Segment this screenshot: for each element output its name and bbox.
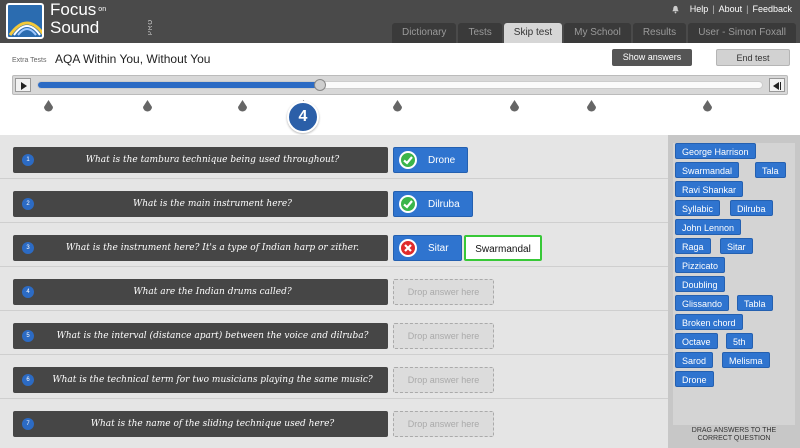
answer-drop-zone[interactable]: Drop answer here bbox=[393, 411, 494, 437]
question-marker-6[interactable] bbox=[509, 100, 520, 113]
link-separator: | bbox=[712, 4, 715, 14]
cross-icon bbox=[399, 239, 417, 257]
drag-instructions: DRAG ANSWERS TO THE CORRECT QUESTION bbox=[691, 427, 777, 442]
question-number: 1 bbox=[22, 154, 34, 166]
question-text: What is the interval (distance apart) be… bbox=[56, 331, 369, 341]
bell-icon[interactable] bbox=[671, 5, 680, 14]
play-icon[interactable] bbox=[15, 78, 31, 92]
pro-label: PRO bbox=[148, 19, 154, 36]
question-text: What is the name of the sliding techniqu… bbox=[90, 419, 335, 429]
correct-answer-reveal: Swarmandal bbox=[464, 235, 542, 261]
question-box: 4 What are the Indian drums called? bbox=[13, 279, 388, 305]
question-row: 3 What is the instrument here? It's a ty… bbox=[0, 223, 668, 267]
answer-chip[interactable]: Tabla bbox=[737, 295, 773, 311]
questions-panel: 1 What is the tambura technique being us… bbox=[0, 135, 668, 448]
answer-chip[interactable]: Octave bbox=[675, 333, 718, 349]
question-row: 5 What is the interval (distance apart) … bbox=[0, 311, 668, 355]
question-marker-5[interactable] bbox=[392, 100, 403, 113]
tab-results[interactable]: Results bbox=[632, 23, 687, 43]
answer-chip[interactable]: Ravi Shankar bbox=[675, 181, 744, 197]
question-marker-2[interactable] bbox=[142, 100, 153, 113]
top-bar: Focus on Sound PRO Help | About | Feedbac… bbox=[0, 0, 800, 43]
answer-chip[interactable]: 5th bbox=[726, 333, 753, 349]
question-row: 7 What is the name of the sliding techni… bbox=[0, 399, 668, 443]
answer-chip[interactable]: George Harrison bbox=[675, 143, 756, 159]
test-header: Extra Tests AQA Within You, Without You … bbox=[0, 43, 800, 135]
question-row: 4 What are the Indian drums called? Drop… bbox=[0, 267, 668, 311]
answer-chip[interactable]: Raga bbox=[675, 238, 711, 254]
check-icon bbox=[399, 195, 417, 213]
question-number: 2 bbox=[22, 198, 34, 210]
question-number: 4 bbox=[22, 286, 34, 298]
question-box: 3 What is the instrument here? It's a ty… bbox=[13, 235, 388, 261]
answer-drop-zone[interactable]: Drop answer here bbox=[393, 279, 494, 305]
test-title: AQA Within You, Without You bbox=[55, 52, 211, 66]
question-marker-1[interactable] bbox=[43, 100, 54, 113]
question-number: 6 bbox=[22, 374, 34, 386]
placed-answer[interactable]: Dilruba bbox=[393, 191, 473, 217]
question-number: 3 bbox=[22, 242, 34, 254]
question-box: 1 What is the tambura technique being us… bbox=[13, 147, 388, 173]
answer-chip[interactable]: Dilruba bbox=[730, 200, 773, 216]
help-link[interactable]: Help bbox=[690, 4, 709, 14]
audio-player bbox=[12, 75, 788, 95]
test-section-label: Extra Tests bbox=[12, 57, 47, 64]
question-box: 5 What is the interval (distance apart) … bbox=[13, 323, 388, 349]
question-box: 7 What is the name of the sliding techni… bbox=[13, 411, 388, 437]
about-link[interactable]: About bbox=[719, 4, 743, 14]
placed-answer[interactable]: Drone bbox=[393, 147, 469, 173]
link-separator: | bbox=[746, 4, 749, 14]
question-marker-8[interactable] bbox=[702, 100, 713, 113]
tab-skip-test[interactable]: Skip test bbox=[503, 23, 563, 43]
tab-dictionary[interactable]: Dictionary bbox=[391, 23, 457, 43]
tab-my-school[interactable]: My School bbox=[564, 23, 631, 43]
answer-bank: George Harrison Swarmandal Tala Ravi Sha… bbox=[673, 143, 795, 425]
answer-chip[interactable]: Pizzicato bbox=[675, 257, 726, 273]
audio-progress-fill bbox=[38, 82, 321, 88]
question-number: 5 bbox=[22, 330, 34, 342]
answer-chip[interactable]: Glissando bbox=[675, 295, 730, 311]
tab-tests[interactable]: Tests bbox=[458, 23, 502, 43]
answer-chip[interactable]: Tala bbox=[755, 162, 786, 178]
question-row: 1 What is the tambura technique being us… bbox=[0, 135, 668, 179]
question-text: What is the instrument here? It's a type… bbox=[65, 243, 360, 253]
show-answers-button[interactable]: Show answers bbox=[612, 49, 692, 66]
question-text: What is the technical term for two music… bbox=[52, 375, 373, 385]
top-links: Help | About | Feedback bbox=[671, 4, 792, 14]
current-question-bubble: 4 bbox=[287, 101, 319, 133]
audio-scrubber-handle[interactable] bbox=[314, 79, 327, 91]
question-row: 2 What is the main instrument here? Dilr… bbox=[0, 179, 668, 223]
answer-chip[interactable]: Melisma bbox=[722, 352, 770, 368]
audio-progress-track[interactable] bbox=[37, 79, 763, 91]
answer-chip[interactable]: Sitar bbox=[720, 238, 753, 254]
answer-chip[interactable]: Doubling bbox=[675, 276, 725, 292]
question-marker-7[interactable] bbox=[586, 100, 597, 113]
question-text: What is the tambura technique being used… bbox=[85, 155, 340, 165]
question-box: 6 What is the technical term for two mus… bbox=[13, 367, 388, 393]
answer-chip[interactable]: Syllabic bbox=[675, 200, 721, 216]
feedback-link[interactable]: Feedback bbox=[752, 4, 792, 14]
skip-to-end-icon[interactable] bbox=[769, 78, 785, 92]
question-number: 7 bbox=[22, 418, 34, 430]
check-icon bbox=[399, 151, 417, 169]
brand-name: Focus on Sound PRO bbox=[50, 1, 154, 37]
answer-drop-zone[interactable]: Drop answer here bbox=[393, 323, 494, 349]
answer-drop-zone[interactable]: Drop answer here bbox=[393, 367, 494, 393]
question-box: 2 What is the main instrument here? bbox=[13, 191, 388, 217]
answer-chip[interactable]: Broken chord bbox=[675, 314, 743, 330]
tab-user[interactable]: User - Simon Foxall bbox=[688, 23, 796, 43]
question-text: What are the Indian drums called? bbox=[133, 287, 292, 297]
end-test-button[interactable]: End test bbox=[716, 49, 790, 66]
focus-on-sound-logo[interactable] bbox=[6, 3, 44, 39]
question-marker-3[interactable] bbox=[237, 100, 248, 113]
question-text: What is the main instrument here? bbox=[132, 199, 292, 209]
answer-chip[interactable]: Drone bbox=[675, 371, 714, 387]
answer-chip[interactable]: John Lennon bbox=[675, 219, 742, 235]
question-row: 6 What is the technical term for two mus… bbox=[0, 355, 668, 399]
nav-tabs: Dictionary Tests Skip test My School Res… bbox=[391, 23, 796, 43]
answer-chip[interactable]: Sarod bbox=[675, 352, 714, 368]
placed-answer[interactable]: Sitar bbox=[393, 235, 462, 261]
answer-bank-panel: George Harrison Swarmandal Tala Ravi Sha… bbox=[668, 135, 800, 448]
answer-chip[interactable]: Swarmandal bbox=[675, 162, 740, 178]
